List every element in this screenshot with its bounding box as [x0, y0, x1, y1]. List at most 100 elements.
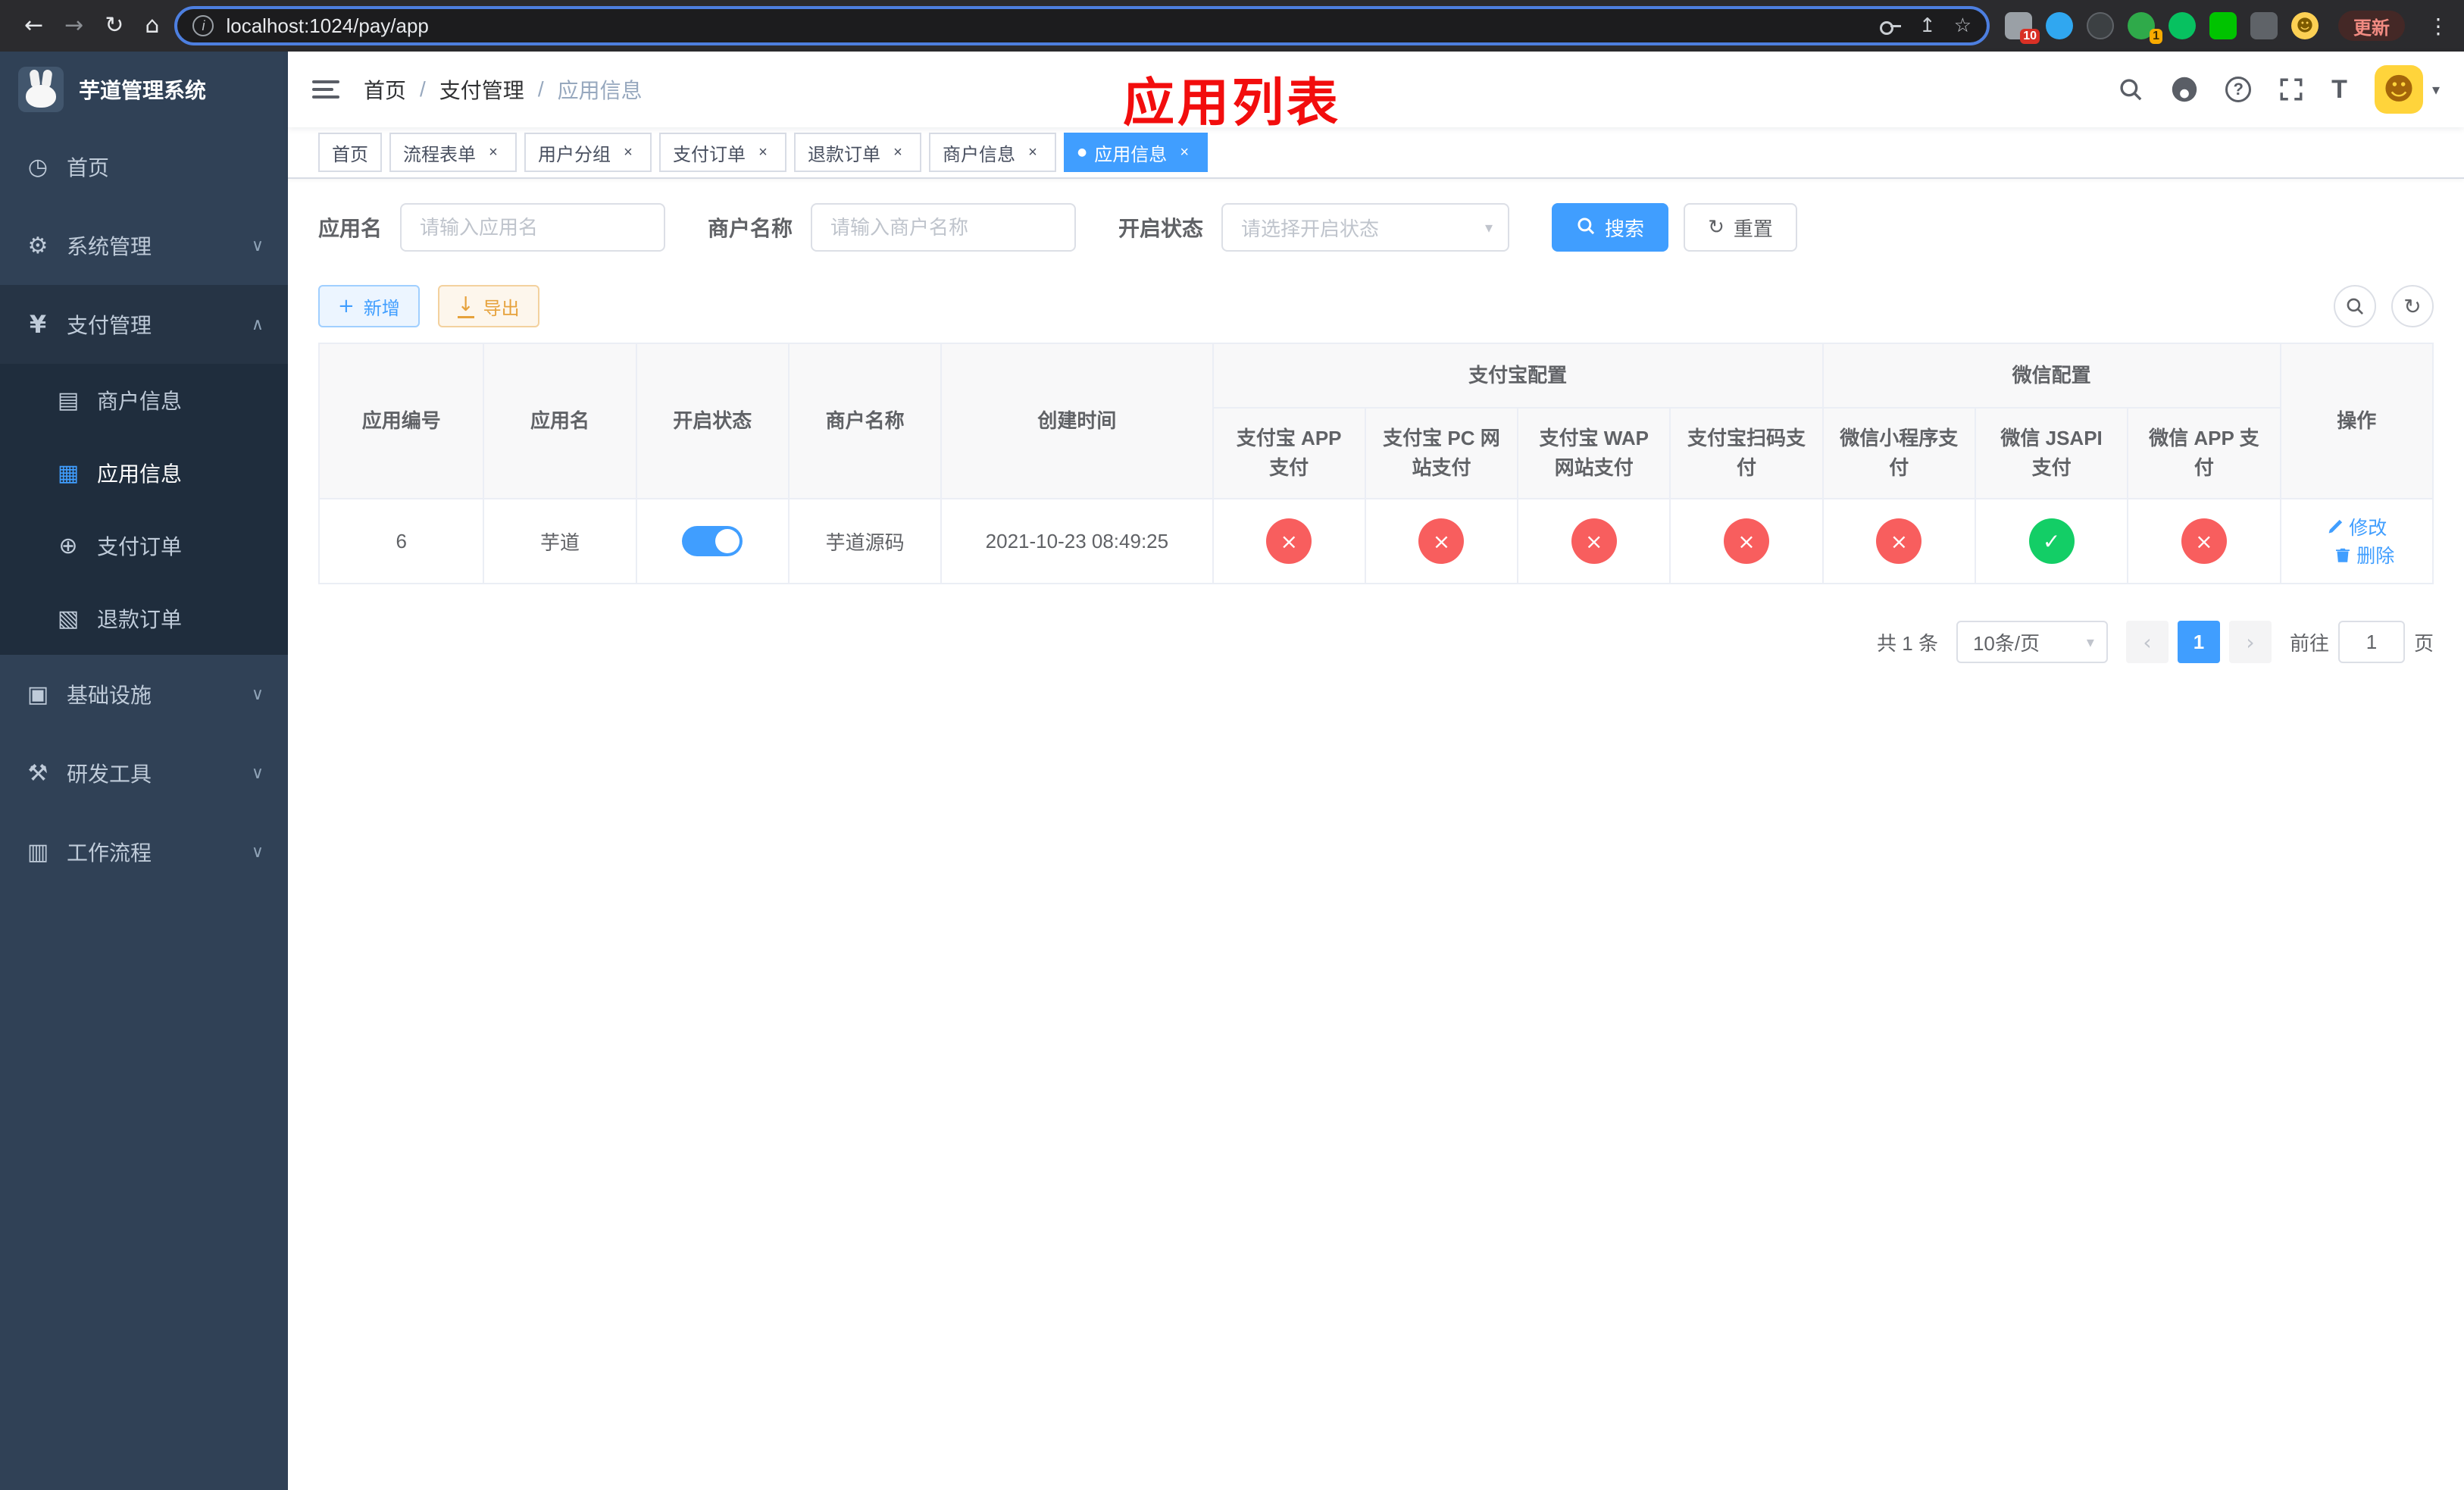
tag-refund-order[interactable]: 退款订单 ×	[794, 133, 921, 172]
sidebar-item-home[interactable]: ◷ 首页	[0, 127, 288, 206]
tag-label: 退款订单	[808, 144, 880, 165]
page-number-1[interactable]: 1	[2177, 621, 2220, 663]
search-icon[interactable]	[2118, 77, 2143, 102]
next-page-button[interactable]: ›	[2228, 621, 2272, 663]
pager: ‹ 1 ›	[2125, 621, 2272, 663]
breadcrumb-payment[interactable]: 支付管理	[439, 74, 524, 105]
chrome-update-button[interactable]: 更新	[2338, 11, 2405, 41]
tag-label: 首页	[332, 144, 368, 165]
app-grid-icon: ▦	[57, 459, 80, 487]
share-icon[interactable]: ↥	[1919, 14, 1936, 37]
close-icon[interactable]: ×	[888, 142, 908, 162]
forward-icon[interactable]: →	[64, 14, 83, 37]
navbar-actions: ? T ☻ ▾	[2118, 65, 2440, 114]
sidebar-item-app-info[interactable]: ▦ 应用信息	[0, 437, 288, 509]
prev-page-button[interactable]: ‹	[2125, 621, 2169, 663]
payment-submenu: ▤ 商户信息 ▦ 应用信息 ⊕ 支付订单 ▧ 退款订单	[0, 364, 288, 655]
col-header-merchant: 商户名称	[787, 343, 943, 499]
extension-avatar-icon[interactable]: 1	[2128, 12, 2162, 44]
close-icon[interactable]: ×	[1174, 142, 1194, 162]
help-icon[interactable]: ?	[2225, 77, 2252, 102]
cell-merchant-name: 芋道源码	[787, 498, 943, 584]
url-bar[interactable]: i localhost:1024/pay/app ↥ ☆	[174, 6, 1990, 45]
pagination-total: 共 1 条	[1877, 631, 1938, 655]
fullscreen-icon[interactable]	[2278, 77, 2304, 102]
plus-icon: +	[338, 295, 355, 318]
alipay-app-status-icon: ×	[1266, 518, 1312, 564]
back-icon[interactable]: ←	[24, 14, 43, 37]
close-icon[interactable]: ×	[1023, 142, 1043, 162]
extension-wechat-icon[interactable]	[2169, 12, 2196, 39]
extension-chat-icon[interactable]	[2209, 12, 2237, 39]
export-button[interactable]: ↓ 导出	[437, 285, 539, 327]
edit-link[interactable]: 修改	[2326, 513, 2387, 540]
wx-mini-status-icon: ×	[1876, 518, 1922, 564]
sidebar-item-system[interactable]: ⚙ 系统管理 ∨	[0, 206, 288, 285]
col-header-alipay-wap: 支付宝 WAP 网站支付	[1517, 407, 1671, 499]
chrome-menu-icon[interactable]: ⋮	[2428, 14, 2449, 39]
tag-process-form[interactable]: 流程表单 ×	[389, 133, 517, 172]
tag-merchant-info[interactable]: 商户信息 ×	[929, 133, 1056, 172]
tag-home[interactable]: 首页	[318, 133, 382, 172]
extension-puzzle-icon[interactable]: 10	[2005, 12, 2040, 44]
home-icon[interactable]: ⌂	[145, 14, 159, 37]
tag-app-info[interactable]: ● 应用信息 ×	[1064, 133, 1209, 172]
group-header-wechat: 微信配置	[1821, 343, 2281, 408]
col-header-alipay-qr: 支付宝扫码支付	[1669, 407, 1824, 499]
pay-order-icon: ⊕	[58, 532, 78, 559]
refund-order-icon: ▧	[57, 605, 80, 632]
site-info-icon[interactable]: i	[192, 15, 214, 36]
extension-badge: 1	[2150, 29, 2162, 44]
sidebar-toggle-icon[interactable]	[312, 80, 339, 99]
export-button-label: 导出	[483, 298, 520, 319]
merchant-name-input[interactable]	[811, 203, 1077, 252]
close-icon[interactable]: ×	[618, 142, 638, 162]
sidebar-item-payment[interactable]: ¥ 支付管理 ∧	[0, 285, 288, 364]
font-size-icon[interactable]: T	[2331, 75, 2347, 105]
bookmark-star-icon[interactable]: ☆	[1954, 14, 1972, 37]
sidebar-item-pay-order[interactable]: ⊕ 支付订单	[0, 509, 288, 582]
extension-dark-icon[interactable]	[2087, 12, 2114, 39]
app-name-input[interactable]	[400, 203, 666, 252]
search-button[interactable]: 搜索	[1552, 203, 1669, 252]
col-header-alipay-app: 支付宝 APP 支付	[1212, 407, 1366, 499]
delete-link[interactable]: 删除	[2334, 541, 2394, 568]
close-icon[interactable]: ×	[753, 142, 773, 162]
sidebar-item-refund-order[interactable]: ▧ 退款订单	[0, 582, 288, 655]
caret-down-icon: ▾	[2086, 633, 2094, 651]
tag-user-group[interactable]: 用户分组 ×	[524, 133, 652, 172]
tools-icon: ⚒	[27, 759, 48, 787]
extension-emoji-icon[interactable]: ☻	[2291, 12, 2319, 39]
tag-pay-order[interactable]: 支付订单 ×	[659, 133, 786, 172]
breadcrumb-home[interactable]: 首页	[364, 74, 406, 105]
refresh-table-button[interactable]: ↻	[2391, 285, 2434, 327]
sidebar-item-dev-tools[interactable]: ⚒ 研发工具 ∨	[0, 734, 288, 812]
close-icon[interactable]: ×	[483, 142, 503, 162]
breadcrumb-separator: /	[420, 77, 426, 101]
add-button[interactable]: + 新增	[318, 285, 420, 327]
extension-puzzle2-icon[interactable]	[2250, 12, 2278, 39]
user-menu[interactable]: ☻ ▾	[2374, 65, 2440, 114]
status-select[interactable]: 请选择开启状态 ▾	[1221, 203, 1510, 252]
sidebar-item-merchant-info[interactable]: ▤ 商户信息	[0, 364, 288, 437]
password-key-icon[interactable]	[1879, 20, 1901, 35]
sidebar-item-workflow[interactable]: ▥ 工作流程 ∨	[0, 812, 288, 891]
github-icon[interactable]	[2171, 76, 2198, 103]
sidebar-item-label: 支付订单	[97, 535, 183, 559]
sidebar-menu: ◷ 首页 ⚙ 系统管理 ∨ ¥ 支付管理 ∧ ▤ 商户信息 ▦ 应用信息 ⊕ 支…	[0, 127, 288, 1490]
breadcrumb: 首页 / 支付管理 / 应用信息	[364, 74, 643, 105]
reset-button[interactable]: ↻ 重置	[1684, 203, 1797, 252]
row-status-toggle[interactable]	[682, 526, 743, 556]
toggle-search-button[interactable]	[2334, 285, 2376, 327]
sidebar-item-label: 支付管理	[67, 314, 152, 337]
extension-drop-icon[interactable]	[2046, 12, 2073, 39]
reload-icon[interactable]: ↻	[105, 14, 124, 37]
edit-link-label: 修改	[2349, 518, 2387, 539]
page-size-select[interactable]: 10条/页 ▾	[1956, 621, 2108, 663]
filter-status: 开启状态 请选择开启状态 ▾	[1118, 203, 1510, 252]
sidebar-item-infra[interactable]: ▣ 基础设施 ∨	[0, 655, 288, 734]
app-name-label: 应用名	[318, 217, 383, 240]
goto-page-input[interactable]	[2337, 621, 2405, 663]
search-button-label: 搜索	[1605, 217, 1645, 240]
alipay-qr-status-icon: ×	[1724, 518, 1770, 564]
